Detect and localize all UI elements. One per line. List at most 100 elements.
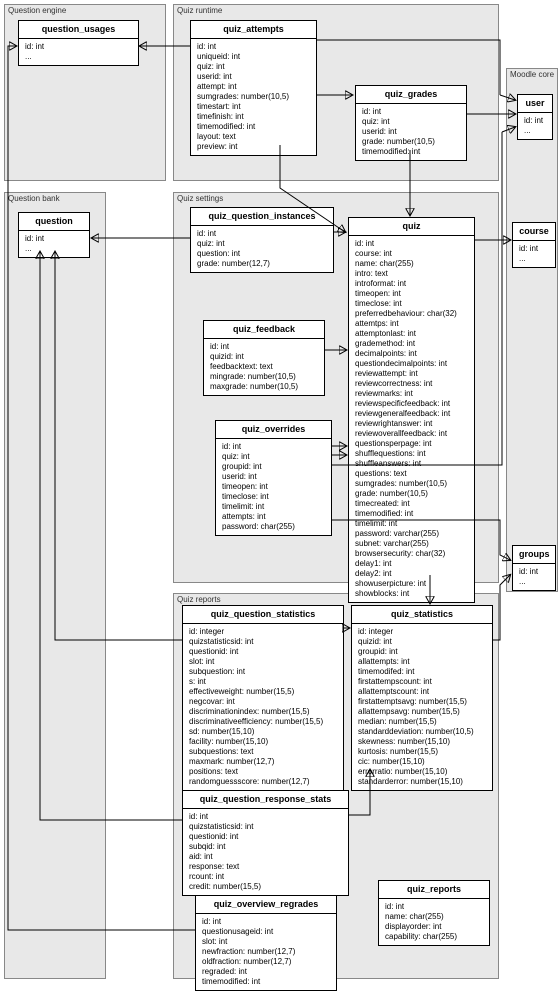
entity-field: kurtosis: number(15,5) xyxy=(358,747,486,757)
entity-field: userid: int xyxy=(222,472,325,482)
entity-body: id: intquiz: intuserid: intgrade: number… xyxy=(356,104,466,160)
entity-field: id: int xyxy=(524,116,546,126)
entity-field: decimalpoints: int xyxy=(355,349,468,359)
entity-field: attempts: int xyxy=(222,512,325,522)
entity-field: discriminativeefficiency: number(15,5) xyxy=(189,717,337,727)
entity-quiz-overview-regrades: quiz_overview_regrades id: intquestionus… xyxy=(195,895,337,991)
entity-body: id: int... xyxy=(513,241,555,267)
entity-field: cic: number(15,10) xyxy=(358,757,486,767)
entity-body: id: int... xyxy=(19,231,89,257)
entity-field: groupid: int xyxy=(358,647,486,657)
entity-field: id: int xyxy=(519,244,549,254)
entity-field: questions: text xyxy=(355,469,468,479)
entity-course: course id: int... xyxy=(512,222,556,268)
entity-field: s: int xyxy=(189,677,337,687)
entity-field: id: int xyxy=(202,917,330,927)
entity-field: median: number(15,5) xyxy=(358,717,486,727)
entity-field: ... xyxy=(25,52,132,62)
entity-quiz-question-instances: quiz_question_instances id: intquiz: int… xyxy=(190,207,334,273)
entity-title: quiz_reports xyxy=(379,881,489,899)
entity-title: quiz_statistics xyxy=(352,606,492,624)
entity-field: subquestions: text xyxy=(189,747,337,757)
entity-field: timelimit: int xyxy=(355,519,468,529)
entity-field: firstattemptsavg: number(15,5) xyxy=(358,697,486,707)
entity-field: reviewrightanswer: int xyxy=(355,419,468,429)
entity-title: quiz_question_statistics xyxy=(183,606,343,624)
entity-field: name: char(255) xyxy=(355,259,468,269)
entity-title: quiz_question_response_stats xyxy=(183,791,348,809)
entity-field: positions: text xyxy=(189,767,337,777)
group-title: Quiz settings xyxy=(177,194,223,203)
entity-field: questionusageid: int xyxy=(202,927,330,937)
entity-field: timeclose: int xyxy=(355,299,468,309)
entity-field: id: int xyxy=(355,239,468,249)
group-title: Quiz reports xyxy=(177,595,221,604)
entity-field: subquestion: int xyxy=(189,667,337,677)
entity-field: id: integer xyxy=(189,627,337,637)
entity-field: questionid: int xyxy=(189,647,337,657)
entity-field: reviewattempt: int xyxy=(355,369,468,379)
entity-field: ... xyxy=(519,577,549,587)
entity-field: randomguessscore: number(12,7) xyxy=(189,777,337,787)
entity-field: ... xyxy=(25,244,83,254)
entity-field: errorratio: number(15,10) xyxy=(358,767,486,777)
entity-field: preview: int xyxy=(197,142,310,152)
entity-field: userid: int xyxy=(362,127,460,137)
entity-field: slot: int xyxy=(202,937,330,947)
entity-field: timeopen: int xyxy=(222,482,325,492)
entity-field: questionsperpage: int xyxy=(355,439,468,449)
entity-field: sumgrades: number(10,5) xyxy=(355,479,468,489)
entity-field: reviewgeneralfeedback: int xyxy=(355,409,468,419)
entity-title: user xyxy=(518,95,552,113)
entity-title: quiz_overrides xyxy=(216,421,331,439)
entity-field: aid: int xyxy=(189,852,342,862)
entity-field: questionid: int xyxy=(189,832,342,842)
entity-field: quiz: int xyxy=(197,239,327,249)
entity-field: quizstatisticsid: int xyxy=(189,822,342,832)
entity-quiz-question-statistics: quiz_question_statistics id: integerquiz… xyxy=(182,605,344,791)
entity-field: grade: number(12,7) xyxy=(197,259,327,269)
entity-field: allattempsavg: number(15,5) xyxy=(358,707,486,717)
entity-field: ... xyxy=(519,254,549,264)
entity-quiz-grades: quiz_grades id: intquiz: intuserid: intg… xyxy=(355,85,467,161)
entity-field: ... xyxy=(524,126,546,136)
entity-title: quiz_question_instances xyxy=(191,208,333,226)
entity-quiz: quiz id: intcourse: intname: char(255)in… xyxy=(348,217,475,603)
entity-field: timeclose: int xyxy=(222,492,325,502)
entity-field: discriminationindex: number(15,5) xyxy=(189,707,337,717)
entity-title: course xyxy=(513,223,555,241)
entity-user: user id: int... xyxy=(517,94,553,140)
entity-field: questiondecimalpoints: int xyxy=(355,359,468,369)
entity-body: id: intquiz: intgroupid: intuserid: intt… xyxy=(216,439,331,535)
entity-field: grade: number(10,5) xyxy=(355,489,468,499)
entity-field: preferredbehaviour: char(32) xyxy=(355,309,468,319)
entity-field: timecreated: int xyxy=(355,499,468,509)
entity-field: timefinish: int xyxy=(197,112,310,122)
entity-field: sd: number(15,10) xyxy=(189,727,337,737)
entity-field: allattempts: int xyxy=(358,657,486,667)
entity-field: id: int xyxy=(222,442,325,452)
entity-field: grademethod: int xyxy=(355,339,468,349)
entity-title: quiz_grades xyxy=(356,86,466,104)
entity-body: id: int... xyxy=(19,39,138,65)
entity-field: maxgrade: number(10,5) xyxy=(210,382,318,392)
entity-field: password: char(255) xyxy=(222,522,325,532)
entity-field: effectiveweight: number(15,5) xyxy=(189,687,337,697)
entity-field: newfraction: number(12,7) xyxy=(202,947,330,957)
entity-field: skewness: number(15,10) xyxy=(358,737,486,747)
group-moodle-core: Moodle core xyxy=(506,68,558,592)
entity-field: quizid: int xyxy=(358,637,486,647)
entity-body: id: int... xyxy=(513,564,555,590)
entity-field: reviewmarks: int xyxy=(355,389,468,399)
entity-body: id: integerquizid: intgroupid: intallatt… xyxy=(352,624,492,790)
entity-body: id: intname: char(255)displayorder: intc… xyxy=(379,899,489,945)
entity-field: groupid: int xyxy=(222,462,325,472)
entity-field: reviewoverallfeedback: int xyxy=(355,429,468,439)
entity-field: introformat: int xyxy=(355,279,468,289)
entity-quiz-attempts: quiz_attempts id: intuniqueid: intquiz: … xyxy=(190,20,317,156)
entity-field: grade: number(10,5) xyxy=(362,137,460,147)
entity-field: capability: char(255) xyxy=(385,932,483,942)
entity-field: reviewcorrectness: int xyxy=(355,379,468,389)
entity-field: timeopen: int xyxy=(355,289,468,299)
entity-body: id: intquizstatisticsid: intquestionid: … xyxy=(183,809,348,895)
